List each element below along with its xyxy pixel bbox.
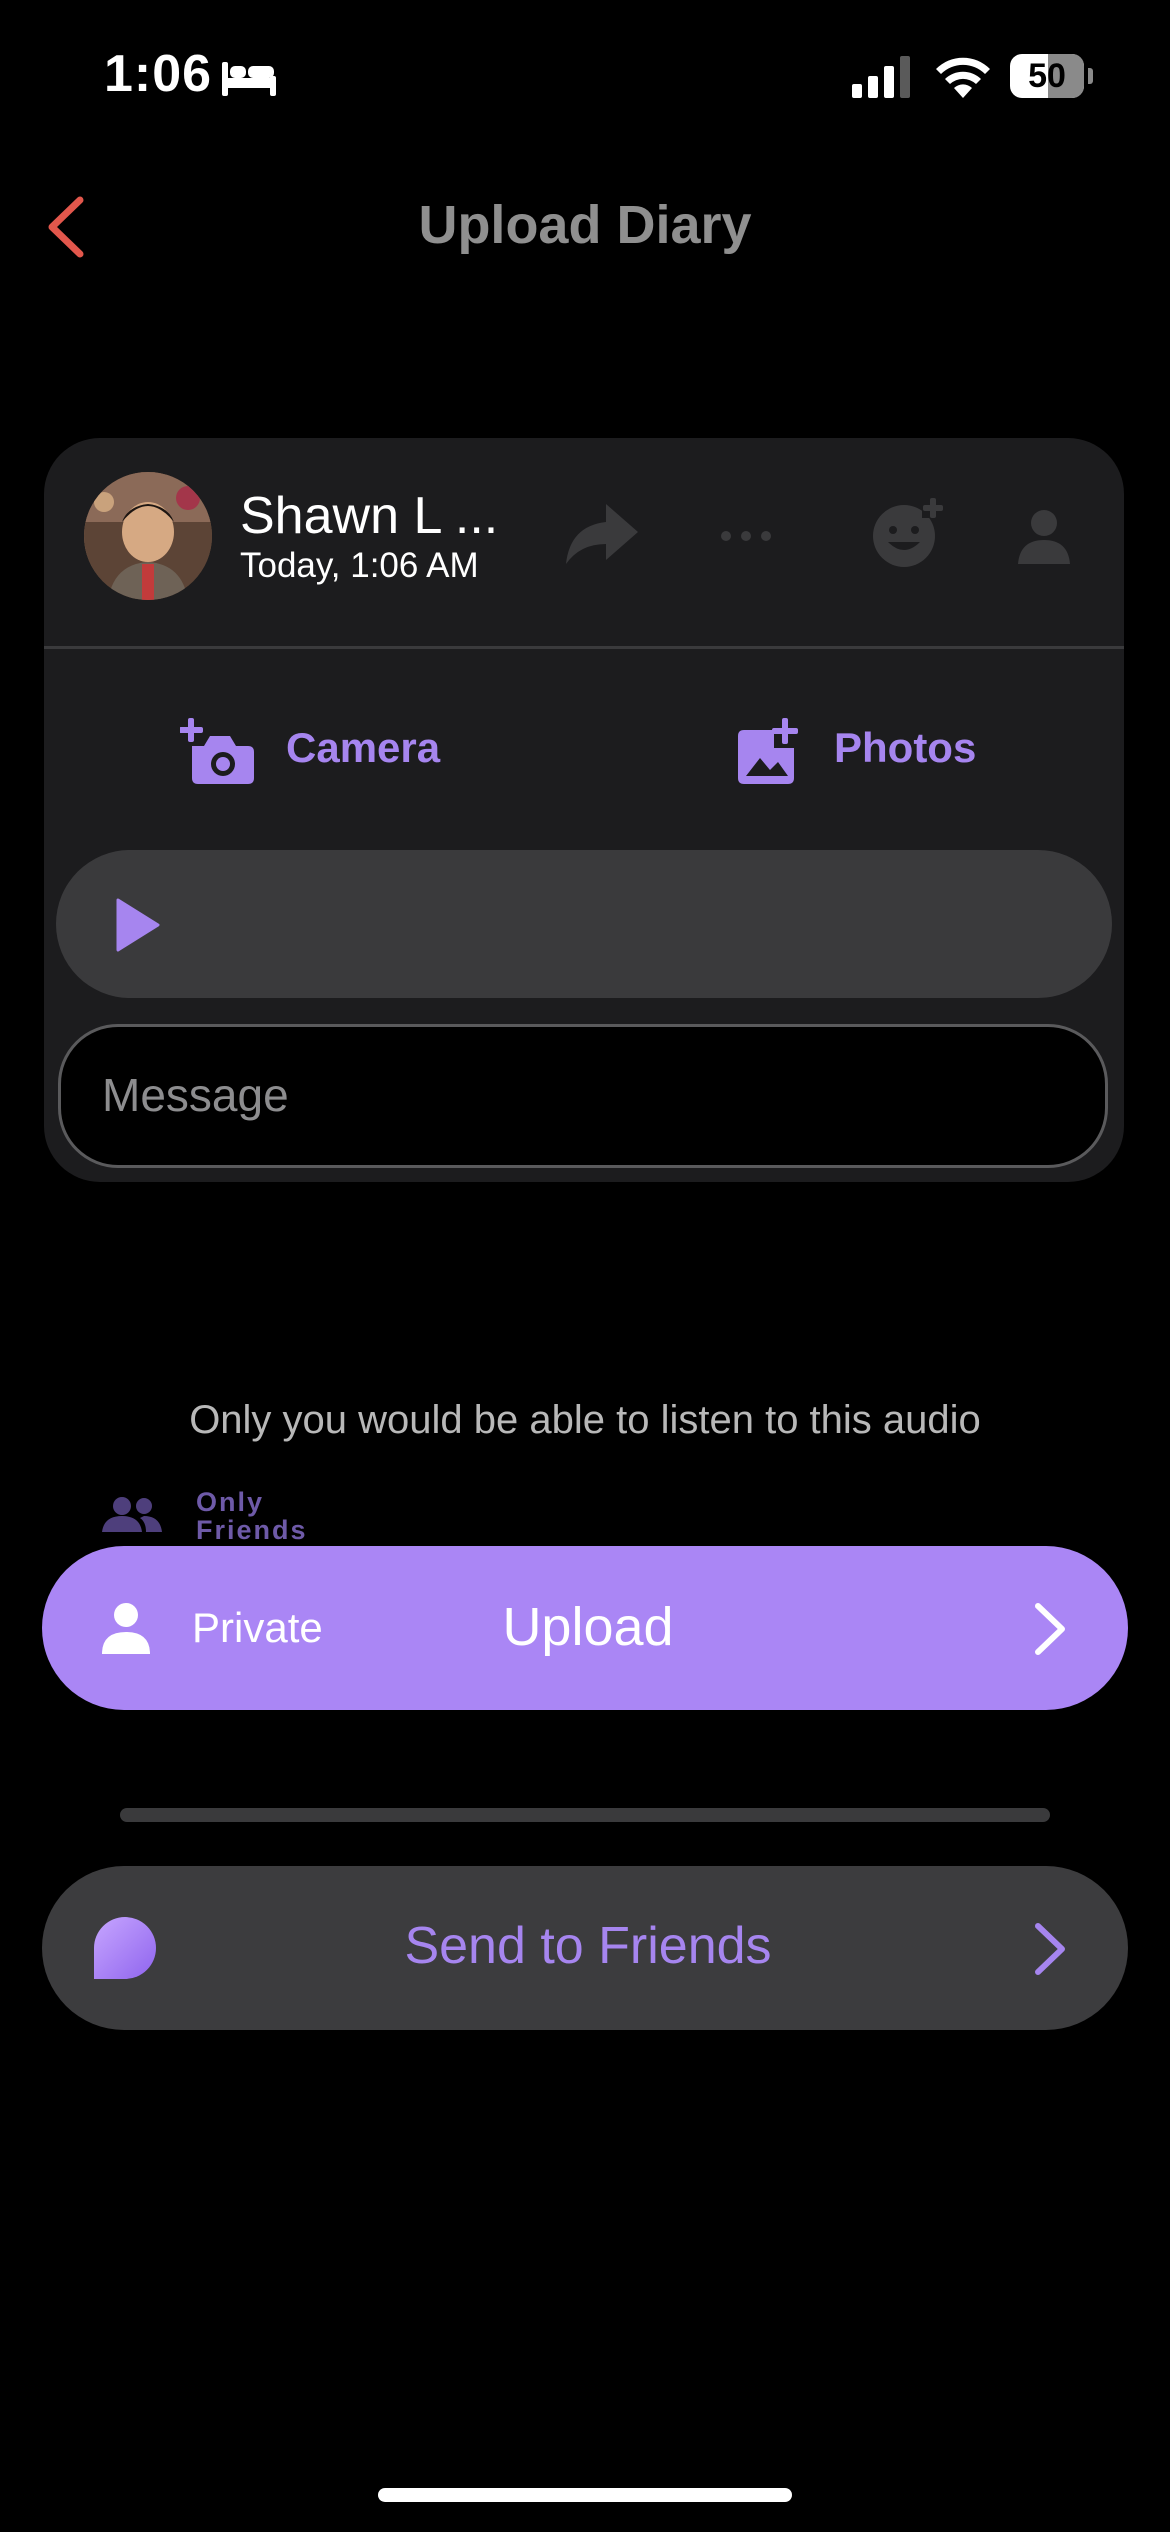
play-icon[interactable] [114,898,160,952]
audio-player[interactable] [56,850,1112,998]
wifi-icon [936,57,990,98]
battery-indicator: 50 [1010,54,1093,98]
friends-label-line1: Only [196,1487,265,1517]
send-to-friends-label: Send to Friends [404,1917,772,1975]
photos-label: Photos [834,724,977,771]
add-photo-icon [738,718,798,784]
photos-button[interactable]: Photos [738,710,1018,790]
more-options-icon[interactable] [718,520,774,552]
friends-label-line2: Friends [196,1515,308,1545]
camera-button[interactable]: Camera [180,710,460,790]
user-name: Shawn L ... [240,487,499,545]
page-title: Upload Diary [418,195,752,255]
share-icon[interactable] [566,504,638,564]
battery-level: 50 [1028,57,1066,95]
chevron-right-icon [1035,1923,1065,1975]
privacy-note: Only you would be able to listen to this… [189,1398,981,1442]
post-date: Today, 1:06 AM [240,546,479,585]
privacy-option-friends[interactable]: Only Friends [196,1488,308,1544]
friends-icon[interactable] [98,1496,164,1532]
cellular-signal-icon [852,56,910,98]
avatar [84,472,212,600]
bed-icon [222,62,276,96]
upload-label: Upload [502,1597,674,1657]
chevron-right-icon [1035,1603,1065,1655]
add-reaction-icon[interactable] [872,496,944,568]
camera-label: Camera [286,724,441,771]
status-time: 1:06 [104,45,213,103]
divider-track [120,1808,1050,1822]
person-icon[interactable] [1016,508,1072,564]
home-indicator [378,2488,792,2502]
add-camera-icon [180,718,254,784]
card-divider [44,646,1124,649]
message-placeholder: Message [102,1069,289,1121]
